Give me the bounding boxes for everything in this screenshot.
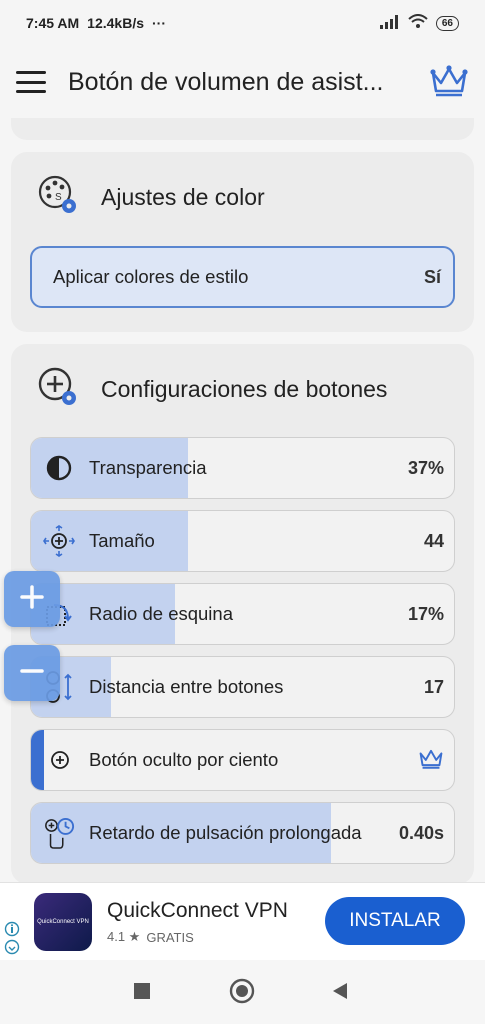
color-settings-title: Ajustes de color [101, 184, 265, 210]
app-bar: Botón de volumen de asist... [0, 46, 485, 118]
long-press-delay-label: Retardo de pulsación prolongada [89, 822, 362, 843]
plus-icon [19, 584, 45, 615]
ad-app-logo[interactable]: QuickConnect VPN [34, 893, 92, 951]
status-dots: ··· [152, 15, 166, 31]
minus-icon [19, 658, 45, 689]
install-button[interactable]: INSTALAR [325, 897, 465, 945]
apply-style-colors-row[interactable]: Aplicar colores de estilo Sí [30, 246, 455, 308]
hidden-button-percent-row[interactable]: Botón oculto por ciento [30, 729, 455, 791]
status-time: 7:45 AM [26, 15, 80, 31]
color-settings-card: S Ajustes de color Aplicar colores de es… [11, 152, 474, 332]
crown-icon[interactable] [429, 63, 469, 102]
volume-up-floating-button[interactable] [4, 571, 60, 627]
recents-icon[interactable] [133, 982, 151, 1005]
corner-radius-value: 17% [407, 603, 444, 624]
navigation-bar [0, 960, 485, 1024]
palette-icon: S [37, 174, 79, 221]
add-circle-settings-icon [37, 366, 79, 413]
battery-icon: 66 [435, 15, 459, 31]
ad-info-icon[interactable] [4, 921, 20, 960]
corner-radius-label: Radio de esquina [89, 603, 233, 624]
page-title: Botón de volumen de asist... [68, 67, 384, 96]
premium-crown-icon[interactable] [418, 746, 444, 775]
svg-text:S: S [55, 192, 62, 203]
long-press-delay-value: 0.40s [398, 822, 444, 843]
hidden-button-icon [43, 744, 75, 776]
long-press-delay-row[interactable]: Retardo de pulsación prolongada 0.40s [30, 802, 455, 864]
button-settings-card: Configuraciones de botones Transparencia… [11, 344, 474, 884]
hidden-button-percent-label: Botón oculto por ciento [89, 749, 279, 770]
status-bar: 7:45 AM 12.4kB/s ··· 66 [0, 0, 485, 46]
transparency-row[interactable]: Transparencia 37% [30, 437, 455, 499]
touch-timer-icon [43, 817, 75, 849]
transparency-label: Transparencia [89, 457, 207, 478]
ad-banner[interactable]: QuickConnect VPN QuickConnect VPN 4.1 ★ … [0, 882, 485, 960]
apply-style-colors-value: Sí [423, 266, 441, 287]
button-spacing-value: 17 [423, 676, 444, 697]
corner-radius-row[interactable]: Radio de esquina 17% [30, 583, 455, 645]
size-label: Tamaño [89, 530, 155, 551]
menu-icon[interactable] [16, 71, 46, 93]
previous-card [11, 118, 474, 140]
ad-price-tag: GRATIS [146, 929, 194, 945]
ad-rating: 4.1 ★ [107, 929, 141, 944]
ad-meta: 4.1 ★ GRATIS [107, 929, 194, 945]
ad-logo-text: QuickConnect VPN [37, 919, 89, 925]
volume-down-floating-button[interactable] [4, 645, 60, 701]
size-row[interactable]: Tamaño 44 [30, 510, 455, 572]
status-speed: 12.4kB/s [87, 15, 144, 31]
size-value: 44 [423, 530, 444, 551]
apply-style-colors-label: Aplicar colores de estilo [53, 266, 249, 287]
back-icon[interactable] [331, 982, 349, 1005]
button-settings-header: Configuraciones de botones [37, 366, 387, 413]
resize-icon [43, 525, 75, 557]
signal-icon [379, 14, 400, 32]
button-spacing-label: Distancia entre botones [89, 676, 284, 697]
color-settings-header: S Ajustes de color [37, 174, 265, 221]
ad-app-name[interactable]: QuickConnect VPN [107, 899, 288, 923]
home-icon[interactable] [229, 978, 255, 1009]
contrast-icon [43, 452, 75, 484]
transparency-value: 37% [407, 457, 444, 478]
wifi-icon [408, 14, 428, 32]
button-spacing-row[interactable]: Distancia entre botones 17 [30, 656, 455, 718]
button-settings-title: Configuraciones de botones [101, 376, 388, 402]
